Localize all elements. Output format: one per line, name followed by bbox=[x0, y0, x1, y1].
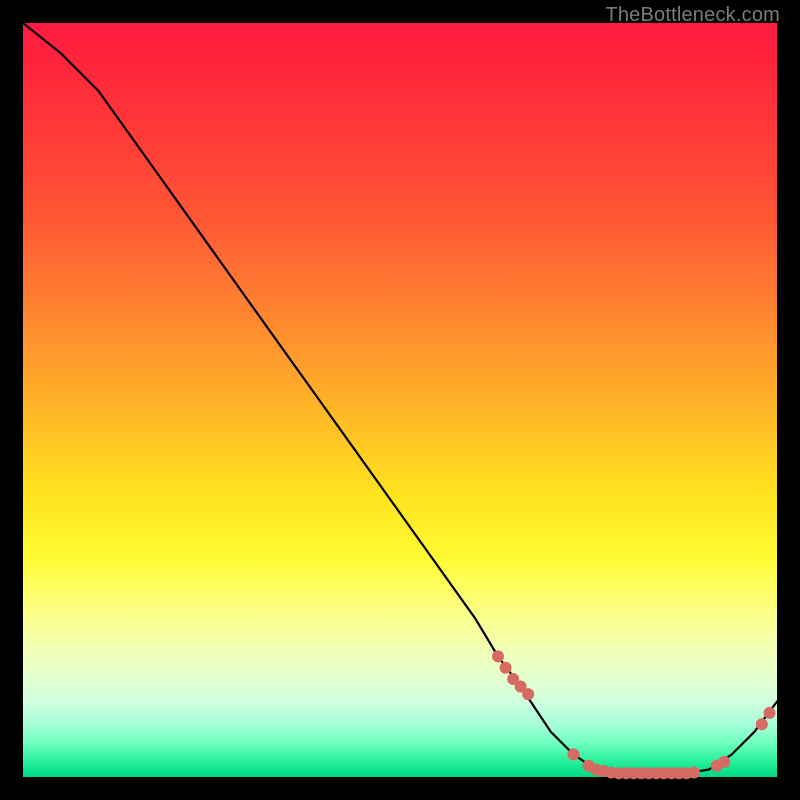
data-marker bbox=[688, 767, 700, 779]
data-marker bbox=[500, 662, 512, 674]
data-marker bbox=[567, 748, 579, 760]
data-marker bbox=[756, 718, 768, 730]
plot-area bbox=[23, 23, 777, 777]
data-marker bbox=[718, 756, 730, 768]
marker-group bbox=[492, 650, 776, 779]
chart-svg bbox=[23, 23, 777, 777]
data-marker bbox=[764, 707, 776, 719]
data-marker bbox=[522, 688, 534, 700]
bottleneck-curve bbox=[23, 23, 777, 773]
data-marker bbox=[492, 650, 504, 662]
chart-frame: TheBottleneck.com bbox=[0, 0, 800, 800]
